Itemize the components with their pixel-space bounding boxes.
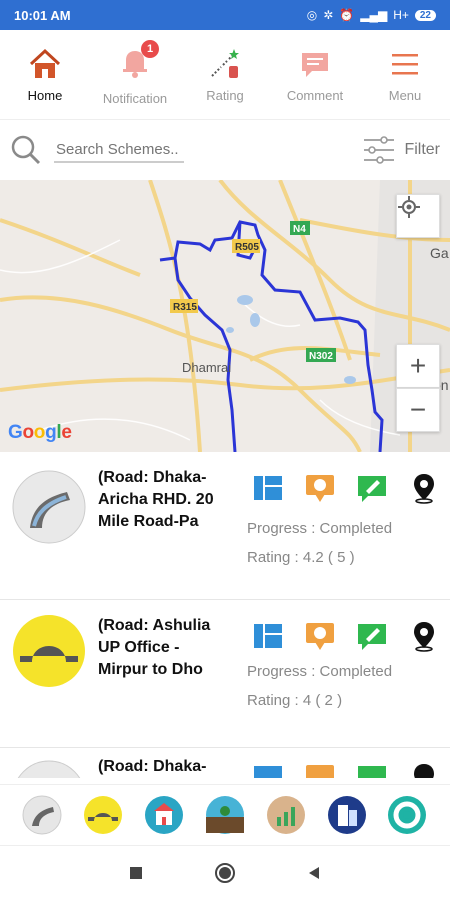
home-nav-icon[interactable] [214,862,236,884]
search-icon[interactable] [10,134,42,166]
rating-label: Rating : [247,692,299,709]
tab-home-label: Home [27,88,63,103]
filter-sliders-icon [364,136,395,164]
tab-menu[interactable]: Menu [360,30,450,119]
scheme-actions [252,472,440,504]
rating-count: ( 5 ) [327,549,355,566]
award-icon[interactable] [304,472,336,504]
scheme-card[interactable]: (Road: Dhaka- [0,748,450,778]
map-view[interactable]: R505 N4 R315 N302 Dhamrai Ga Ton + − Goo… [0,180,450,452]
map-label-ga: Ga [430,245,449,261]
sync-icon: ✲ [323,8,334,22]
school-category-icon[interactable] [144,795,184,835]
bridge-thumb-icon [13,615,85,687]
signal-icon: ▂▄▆ [360,8,388,22]
my-location-button[interactable] [396,194,440,238]
notification-icon-wrap: 1 [117,39,159,85]
tab-home[interactable]: Home [0,30,90,119]
tab-comment-label: Comment [286,88,344,103]
rating-value: 4 [302,692,312,709]
zoom-in-button[interactable]: + [396,344,440,388]
progress-row: Progress : Completed [247,520,392,537]
tab-comment[interactable]: Comment [270,30,360,119]
menu-icon [392,54,418,75]
scheme-list: (Road: Dhaka-Aricha RHD. 20 Mile Road-Pa… [0,452,450,778]
rating-row: Rating : 4 ( 2 ) [247,692,342,709]
scheme-title[interactable]: (Road: Dhaka-Aricha RHD. 20 Mile Road-Pa [98,467,233,533]
tab-menu-label: Menu [388,88,422,103]
scheme-thumbnail [12,614,86,688]
comment-icon [302,53,328,77]
road-thumb-icon [12,470,86,544]
wifi-icon: ◎ [306,8,318,22]
rating-row: Rating : 4.2 ( 5 ) [247,549,355,566]
tab-notification[interactable]: 1 Notification [90,30,180,119]
network-type: H+ [393,8,409,22]
battery-indicator: 22 [414,9,436,21]
layout-icon[interactable] [252,472,284,504]
award-icon[interactable] [304,762,336,778]
map-label-n4: N4 [293,224,306,235]
rating-icon [211,49,239,78]
search-input[interactable] [54,137,184,163]
notification-badge: 1 [141,39,159,58]
building-category-icon[interactable] [327,795,367,835]
edit-icon[interactable] [356,620,388,652]
back-icon[interactable] [306,865,322,881]
map-canvas: R505 N4 R315 N302 Dhamrai Ga Ton [0,180,450,452]
system-nav-bar [0,846,450,900]
edit-icon[interactable] [356,472,388,504]
award-icon[interactable] [304,620,336,652]
road-category-icon[interactable] [22,795,62,835]
layout-icon[interactable] [252,762,284,778]
scheme-thumbnail [12,760,86,778]
home-icon [29,48,61,78]
island-category-icon[interactable] [205,795,245,835]
progress-label: Progress : [247,520,316,537]
scheme-card[interactable]: (Road: Ashulia UP Office - Mirpur to Dho… [0,600,450,748]
filter-button[interactable]: Filter [362,135,440,165]
scheme-thumbnail [12,470,86,544]
scheme-actions [252,620,440,652]
scheme-title[interactable]: (Road: Ashulia UP Office - Mirpur to Dho [98,615,233,681]
crosshair-icon [398,196,420,218]
top-tab-bar: Home 1 Notification Rating Comment Menu [0,30,450,120]
recents-icon[interactable] [128,865,144,881]
status-bar: 10:01 AM ◎ ✲ ⏰ ▂▄▆ H+ 22 [0,0,450,30]
filter-label: Filter [404,141,440,158]
location-pin-icon[interactable] [408,472,440,504]
map-label-r505: R505 [235,242,259,253]
road-thumb-icon [17,760,81,778]
map-label-dhamrai: Dhamrai [182,360,231,375]
rating-value: 4.2 [302,549,324,566]
bridge-category-icon[interactable] [83,795,123,835]
zoom-out-button[interactable]: − [396,388,440,432]
status-icons: ◎ ✲ ⏰ ▂▄▆ H+ 22 [307,8,436,22]
map-label-r315: R315 [173,302,197,313]
lifebuoy-category-icon[interactable] [387,795,427,835]
layout-icon[interactable] [252,620,284,652]
growth-category-icon[interactable] [266,795,306,835]
progress-label: Progress : [247,663,316,680]
progress-value: Completed [319,520,393,537]
location-pin-icon[interactable] [408,762,440,778]
tab-rating[interactable]: Rating [180,30,270,119]
progress-row: Progress : Completed [247,663,392,680]
scheme-title[interactable]: (Road: Dhaka- [98,756,233,778]
rating-count: ( 2 ) [315,692,343,709]
progress-value: Completed [319,663,393,680]
scheme-card[interactable]: (Road: Dhaka-Aricha RHD. 20 Mile Road-Pa… [0,452,450,600]
tab-rating-label: Rating [206,88,244,103]
location-pin-icon[interactable] [408,620,440,652]
tab-notification-label: Notification [102,90,168,106]
edit-icon[interactable] [356,762,388,778]
map-label-n302: N302 [309,351,333,362]
alarm-icon: ⏰ [339,8,355,22]
category-bar [0,784,450,846]
rating-label: Rating : [247,549,299,566]
status-time: 10:01 AM [14,7,71,23]
scheme-actions [252,762,440,778]
search-row: Filter [0,125,450,175]
google-attribution: Google [8,422,72,443]
